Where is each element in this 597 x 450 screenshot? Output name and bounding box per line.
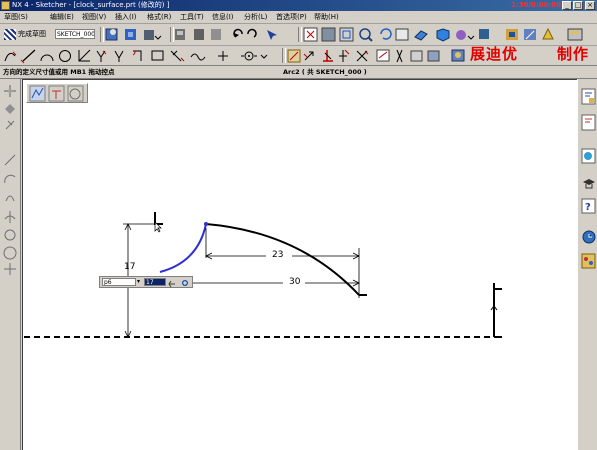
dimension-editor-icons[interactable] xyxy=(168,278,192,288)
dimension-editor: p6 ▾ 17 xyxy=(99,276,193,288)
sketch-geometry xyxy=(24,212,502,338)
axis-marker[interactable] xyxy=(493,283,502,338)
dimension-editor-dropdown-icon[interactable]: ▾ xyxy=(137,277,140,287)
dimension-30-text[interactable]: 30 xyxy=(289,277,300,287)
arc-endpoint[interactable] xyxy=(204,222,208,226)
dimension-value-field[interactable]: 17 xyxy=(144,278,166,286)
origin-marker[interactable] xyxy=(154,212,163,225)
dimension-vertical-text[interactable]: 17 xyxy=(124,262,135,272)
dimension-name-field[interactable]: p6 xyxy=(102,278,136,286)
selected-arc[interactable] xyxy=(159,223,207,273)
dimension-extension-lines xyxy=(205,228,360,298)
dimension-23-text[interactable]: 23 xyxy=(272,250,283,260)
